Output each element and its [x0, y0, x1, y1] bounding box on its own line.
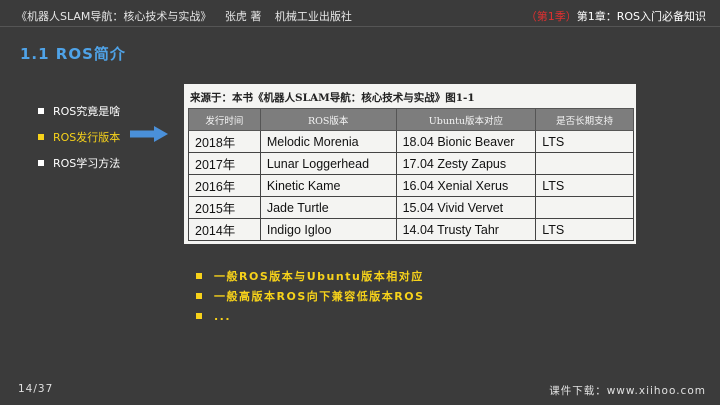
nav-item-label: ROS学习方法 — [53, 157, 121, 170]
cell-lts: LTS — [535, 130, 634, 153]
table-row: 2014年 Indigo Igloo 14.04 Trusty Tahr LTS — [188, 218, 634, 241]
table-row: 2015年 Jade Turtle 15.04 Vivid Vervet — [188, 196, 634, 219]
square-bullet-icon — [196, 293, 202, 299]
square-bullet-icon — [38, 108, 44, 114]
cell-year: 2016年 — [188, 174, 261, 197]
nav-item-ros-distributions[interactable]: ROS发行版本 — [38, 124, 120, 150]
square-bullet-icon — [38, 134, 44, 140]
chapter-title: 第1章：ROS入门必备知识 — [576, 10, 706, 23]
download-link[interactable]: 课件下载：www.xiihoo.com — [549, 383, 706, 398]
ros-distribution-table: 发行时间 ROS版本 Ubuntu版本对应 是否长期支持 2018年 Melod… — [188, 108, 634, 241]
cell-ros: Jade Turtle — [259, 196, 397, 219]
header-ubuntu-version: Ubuntu版本对应 — [395, 108, 537, 131]
table-header-row: 发行时间 ROS版本 Ubuntu版本对应 是否长期支持 — [188, 108, 634, 131]
cell-ubuntu: 15.04 Vivid Vervet — [395, 196, 537, 219]
square-bullet-icon — [38, 160, 44, 166]
cell-ros: Kinetic Kame — [259, 174, 397, 197]
cell-lts — [535, 196, 634, 219]
chapter-number: （第1季） — [525, 10, 577, 23]
note-text: 一般高版本ROS向下兼容低版本ROS — [214, 290, 425, 303]
cell-ros: Indigo Igloo — [259, 218, 397, 241]
nav-item-label: ROS发行版本 — [53, 131, 121, 144]
nav-item-learning-methods[interactable]: ROS学习方法 — [38, 150, 120, 176]
header-release-date: 发行时间 — [188, 108, 261, 131]
table-row: 2017年 Lunar Loggerhead 17.04 Zesty Zapus — [188, 152, 634, 175]
figure-caption: 来源于：本书《机器人SLAM导航：核心技术与实战》图1-1 — [190, 92, 475, 104]
author: 张虎 著 — [224, 10, 262, 23]
cell-lts: LTS — [535, 174, 634, 197]
topic-nav: ROS究竟是啥 ROS发行版本 ROS学习方法 — [38, 98, 120, 176]
cell-ros: Lunar Loggerhead — [259, 152, 397, 175]
cell-year: 2015年 — [188, 196, 261, 219]
arrow-right-icon — [130, 126, 168, 142]
list-item: 一般高版本ROS向下兼容低版本ROS — [196, 286, 425, 306]
cell-ubuntu: 16.04 Xenial Xerus — [395, 174, 537, 197]
square-bullet-icon — [196, 273, 202, 279]
cell-ubuntu: 18.04 Bionic Beaver — [395, 130, 537, 153]
ros-distribution-figure: 来源于：本书《机器人SLAM导航：核心技术与实战》图1-1 发行时间 ROS版本… — [184, 84, 636, 244]
list-item: 一般ROS版本与Ubuntu版本相对应 — [196, 266, 425, 286]
nav-item-label: ROS究竟是啥 — [53, 105, 121, 118]
table-row: 2016年 Kinetic Kame 16.04 Xenial Xerus LT… — [188, 174, 634, 197]
book-title: 《机器人SLAM导航：核心技术与实战》 — [16, 10, 212, 23]
header-lts: 是否长期支持 — [535, 108, 634, 131]
cell-year: 2014年 — [188, 218, 261, 241]
cell-lts — [535, 152, 634, 175]
list-item: ... — [196, 306, 425, 326]
cell-ubuntu: 17.04 Zesty Zapus — [395, 152, 537, 175]
square-bullet-icon — [196, 313, 202, 319]
notes-list: 一般ROS版本与Ubuntu版本相对应 一般高版本ROS向下兼容低版本ROS .… — [196, 266, 425, 326]
header-divider — [0, 26, 720, 27]
cell-lts: LTS — [535, 218, 634, 241]
cell-year: 2017年 — [188, 152, 261, 175]
header-book-info: 《机器人SLAM导航：核心技术与实战》 张虎 著 机械工业出版社 — [16, 8, 362, 24]
header-ros-version: ROS版本 — [259, 108, 397, 131]
table-row: 2018年 Melodic Morenia 18.04 Bionic Beave… — [188, 130, 634, 153]
page-number: 14/37 — [18, 383, 54, 395]
nav-item-what-is-ros[interactable]: ROS究竟是啥 — [38, 98, 120, 124]
cell-ubuntu: 14.04 Trusty Tahr — [395, 218, 537, 241]
cell-year: 2018年 — [188, 130, 261, 153]
note-text: 一般ROS版本与Ubuntu版本相对应 — [214, 270, 424, 283]
publisher: 机械工业出版社 — [274, 10, 352, 23]
note-text: ... — [214, 309, 232, 323]
header-chapter: （第1季）第1章：ROS入门必备知识 — [526, 8, 706, 24]
cell-ros: Melodic Morenia — [259, 130, 397, 153]
slide-title: 1.1 ROS简介 — [20, 45, 126, 63]
